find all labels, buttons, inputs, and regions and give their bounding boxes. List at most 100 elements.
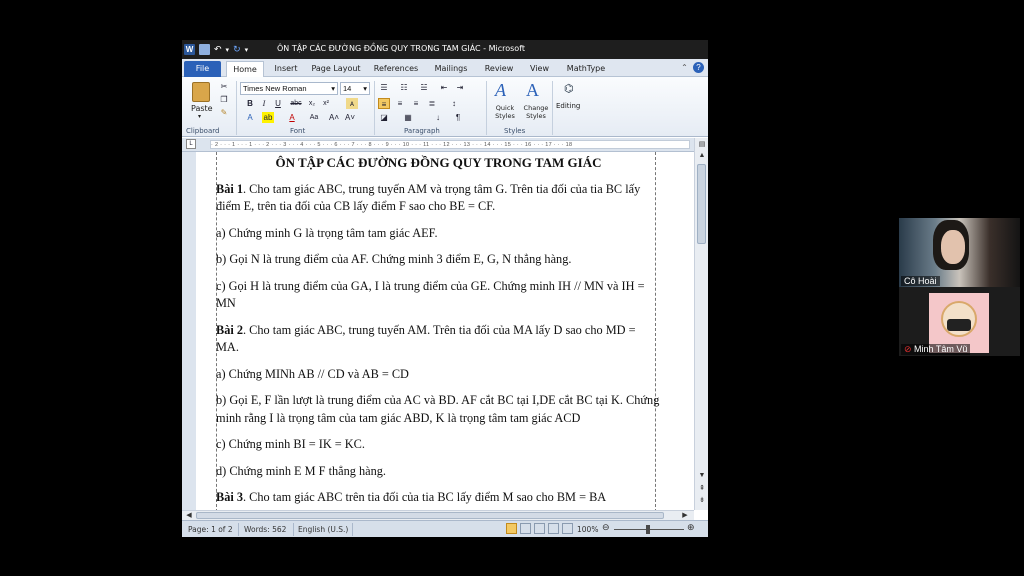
customize-toolbar-icon[interactable]: ▾ [245,46,249,54]
tab-view[interactable]: View [527,61,552,77]
group-divider [552,81,553,135]
tab-selector-icon[interactable]: L [186,139,196,149]
draft-view-icon[interactable] [562,523,573,534]
document-body[interactable]: ÔN TẬP CÁC ĐƯỜNG ĐỒNG QUY TRONG TAM GIÁC… [216,155,661,510]
avatar-mask [947,319,971,331]
zoom-out-icon[interactable]: ⊖ [602,523,610,533]
undo-dropdown-icon[interactable]: ▾ [226,46,230,54]
paragraph: c) Chứng minh BI = IK = KC. [216,437,365,451]
subscript-icon[interactable]: x₂ [306,98,318,109]
participant-tile[interactable]: ⊘ Minh Tâm Vũ [899,287,1020,356]
help-icon[interactable]: ? [693,62,704,73]
align-center-icon[interactable]: ≡ [394,98,406,109]
ribbon-tabs: File Home Insert Page Layout References … [182,59,708,77]
bullets-icon[interactable]: ☰ [378,82,390,93]
minimize-ribbon-icon[interactable]: ⌃ [679,62,690,73]
exercise-label: Bài 2 [216,322,243,337]
decrease-indent-icon[interactable]: ⇤ [438,82,450,93]
word-window: W ↶ ▾ ↻ ▾ ÔN TẬP CÁC ĐƯỜNG ĐỒNG QUY TRON… [182,40,708,537]
tab-references[interactable]: References [373,61,419,77]
redo-icon[interactable]: ↻ [233,44,241,55]
paste-label: Paste [191,104,213,113]
superscript-icon[interactable]: x² [320,98,332,109]
multilevel-list-icon[interactable]: ☱ [418,82,430,93]
quick-access-toolbar: W ↶ ▾ ↻ ▾ [184,43,248,56]
quick-styles-button[interactable]: A Quick Styles [490,80,518,124]
zoom-level[interactable]: 100% [577,525,598,534]
justify-icon[interactable]: ≣ [426,98,438,109]
ruler-toggle-icon[interactable]: ▤ [697,140,707,150]
paste-button[interactable]: Paste ▾ [188,81,214,121]
scroll-up-icon[interactable]: ▲ [697,152,707,162]
full-screen-reading-icon[interactable] [520,523,531,534]
document-title: ÔN TẬP CÁC ĐƯỜNG ĐỒNG QUY TRONG TAM GIÁC [275,155,602,170]
proofing-language[interactable]: English (U.S.) [298,525,348,534]
font-name-value: Times New Roman [243,84,307,93]
vertical-scroll-thumb[interactable] [697,164,706,244]
previous-page-icon[interactable]: ⇞ [697,484,707,494]
increase-indent-icon[interactable]: ⇥ [454,82,466,93]
quick-styles-label: Quick Styles [495,104,515,120]
numbering-icon[interactable]: ☷ [398,82,410,93]
participant-tile[interactable]: Cô Hoài [899,218,1020,287]
status-divider [352,523,353,536]
change-case-icon[interactable]: Aa [308,112,320,123]
tab-review[interactable]: Review [484,61,514,77]
underline-icon[interactable]: U [272,98,284,109]
document-area[interactable]: ÔN TẬP CÁC ĐƯỜNG ĐỒNG QUY TRONG TAM GIÁC… [196,152,694,510]
zoom-slider-thumb[interactable] [646,525,650,534]
participant-name: ⊘ Minh Tâm Vũ [901,344,971,355]
tab-mathtype[interactable]: MathType [565,61,607,77]
italic-icon[interactable]: I [258,98,270,109]
next-page-icon[interactable]: ⇟ [697,496,707,506]
web-layout-icon[interactable] [534,523,545,534]
highlight-icon[interactable]: ab [262,112,274,123]
shading-icon[interactable]: ◪ [378,112,390,123]
page-count[interactable]: Page: 1 of 2 [188,525,233,534]
tab-home[interactable]: Home [226,61,264,77]
tab-mailings[interactable]: Mailings [432,61,470,77]
undo-icon[interactable]: ↶ [214,44,222,55]
change-styles-button[interactable]: A Change Styles [520,80,550,124]
word-count[interactable]: Words: 562 [244,525,286,534]
horizontal-ruler[interactable]: L · 2 · · · 1 · · · 1 · · · 2 · · · 3 · … [182,138,708,152]
show-marks-icon[interactable]: ¶ [452,112,464,123]
horizontal-scroll-thumb[interactable] [196,512,664,519]
participant-name: Cô Hoài [901,276,940,286]
zoom-in-icon[interactable]: ⊕ [687,523,695,533]
tab-file[interactable]: File [184,61,221,77]
tab-page-layout[interactable]: Page Layout [310,61,362,77]
vertical-scrollbar[interactable]: ▤ ▲ ▼ ⇞ ⇟ [694,138,708,510]
print-layout-icon[interactable] [506,523,517,534]
tab-insert[interactable]: Insert [272,61,300,77]
align-right-icon[interactable]: ≡ [410,98,422,109]
strikethrough-icon[interactable]: abc [290,98,302,109]
font-size-select[interactable]: 14 ▾ [340,82,370,95]
save-icon[interactable] [199,44,210,55]
font-name-select[interactable]: Times New Roman ▾ [240,82,338,95]
outline-view-icon[interactable] [548,523,559,534]
line-spacing-icon[interactable]: ↕ [448,98,460,109]
format-painter-icon[interactable]: ✎ [218,107,230,118]
cut-icon[interactable]: ✂ [218,81,230,92]
align-left-icon[interactable]: ≡ [378,98,390,109]
text-effects-icon[interactable]: A [244,112,256,123]
borders-icon[interactable]: ▦ [402,112,414,123]
sort-icon[interactable]: ↓ [432,112,444,123]
scroll-down-icon[interactable]: ▼ [697,472,707,482]
horizontal-scrollbar[interactable]: ◀ ▶ [182,510,694,520]
shrink-font-icon[interactable]: A˅ [344,112,356,123]
bold-icon[interactable]: B [244,98,256,109]
group-divider [486,81,487,135]
editing-label: Editing [556,102,581,110]
copy-icon[interactable]: ❐ [218,94,230,105]
group-paragraph-label: Paragraph [404,127,440,135]
group-font-label: Font [290,127,306,135]
clear-formatting-icon[interactable]: ᴀ [346,98,358,109]
grow-font-icon[interactable]: A˄ [328,112,340,123]
font-color-icon[interactable]: A [286,112,298,123]
window-title: ÔN TẬP CÁC ĐƯỜNG ĐỒNG QUY TRONG TAM GIÁC… [277,44,526,53]
editing-button[interactable]: ⌬ Editing [556,80,586,124]
group-divider [236,81,237,135]
paragraph-text: . Cho tam giác ABC trên tia đối của tia … [243,490,607,504]
